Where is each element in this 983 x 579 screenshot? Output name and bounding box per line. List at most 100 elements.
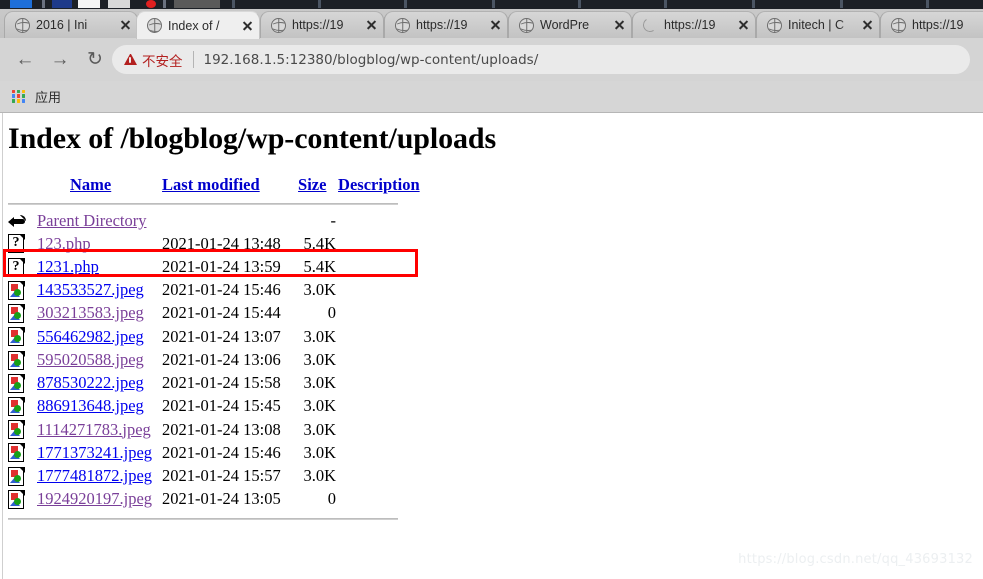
row-size-cell: 0 <box>327 303 337 323</box>
row-file-icon-cell: ? <box>8 255 37 278</box>
file-link[interactable]: 886913648.jpeg <box>37 396 144 415</box>
row-description-cell <box>338 279 428 302</box>
spinner-icon <box>641 16 659 33</box>
row-name-cell: 303213583.jpeg <box>37 302 162 325</box>
browser-tab[interactable]: https://19 <box>384 11 508 38</box>
file-link[interactable]: Parent Directory <box>37 211 147 230</box>
browser-tab[interactable]: Index of / <box>136 11 260 39</box>
table-row: ? 1231.php 2021-01-24 13:59 5.4K <box>8 255 428 278</box>
close-icon[interactable] <box>239 18 255 34</box>
row-name-cell: 556462982.jpeg <box>37 325 162 348</box>
browser-tab[interactable]: https://19 <box>880 11 983 38</box>
bookmark-apps-label[interactable]: 应用 <box>35 87 61 106</box>
file-link[interactable]: 1114271783.jpeg <box>37 420 151 439</box>
watermark-text: https://blog.csdn.net/qq_43693132 <box>738 552 973 567</box>
file-link[interactable]: 878530222.jpeg <box>37 373 144 392</box>
browser-toolbar: ← → ↻ 不安全 192.168.1.5:12380/blogblog/wp-… <box>0 38 983 81</box>
globe-icon <box>519 17 534 33</box>
close-icon[interactable] <box>487 17 503 33</box>
table-row: 878530222.jpeg 2021-01-24 15:58 3.0K <box>8 372 428 395</box>
apps-grid-dot <box>16 99 21 103</box>
tab-title: 2016 | Ini <box>36 18 88 32</box>
close-icon[interactable] <box>611 17 627 33</box>
taskbar-chip <box>492 0 495 8</box>
row-name-cell: 886913648.jpeg <box>37 395 162 418</box>
table-row: ? 123.php 2021-01-24 13:48 5.4K <box>8 232 428 255</box>
taskbar-chip <box>664 0 667 8</box>
tab-title: https://19 <box>912 18 964 32</box>
header-rule-cell <box>8 199 428 210</box>
file-link[interactable]: 1771373241.jpeg <box>37 443 152 462</box>
row-file-icon-cell <box>8 325 37 348</box>
address-bar[interactable]: 不安全 192.168.1.5:12380/blogblog/wp-conten… <box>112 45 970 74</box>
image-icon <box>8 304 25 324</box>
row-file-icon-cell <box>8 441 37 464</box>
table-header-row: Name Last modified Size Description <box>8 175 428 199</box>
browser-tab[interactable]: https://19 <box>260 11 384 38</box>
row-file-icon-cell <box>8 395 37 418</box>
close-icon[interactable] <box>735 17 751 33</box>
file-link[interactable]: 1924920197.jpeg <box>37 489 152 508</box>
row-modified-cell: 2021-01-24 13:48 <box>162 233 281 253</box>
sort-by-description-link[interactable]: Description <box>338 175 420 194</box>
browser-tab[interactable]: 2016 | Ini <box>4 11 138 38</box>
taskbar-chip <box>78 0 100 8</box>
row-name-cell: 595020588.jpeg <box>37 348 162 371</box>
row-description-cell <box>338 210 428 232</box>
row-size-cell: 3.0K <box>303 442 337 462</box>
apps-grid-dot <box>16 89 21 93</box>
file-link[interactable]: 556462982.jpeg <box>37 327 144 346</box>
footer-rule-row <box>8 511 428 520</box>
row-size-cell: 0 <box>327 489 337 509</box>
apps-grid-dot <box>12 89 16 93</box>
file-link[interactable]: 123.php <box>37 234 91 253</box>
file-link[interactable]: 1777481872.jpeg <box>37 466 152 485</box>
row-size-cell: 3.0K <box>303 396 337 416</box>
row-description-cell <box>338 348 428 371</box>
table-row: Parent Directory - <box>8 210 428 232</box>
directory-rows: Parent Directory -? 123.php 2021-01-24 13:4… <box>8 210 428 511</box>
row-size-cell: 5.4K <box>303 233 337 253</box>
apps-grid-icon[interactable] <box>12 89 26 104</box>
table-row: 1777481872.jpeg 2021-01-24 15:57 3.0K <box>8 464 428 487</box>
viewport-left-border <box>2 113 3 579</box>
tab-strip: 2016 | Ini Index of / https://19 https://19… <box>0 9 983 39</box>
browser-tab[interactable]: WordPre <box>508 11 632 38</box>
sort-by-name-link[interactable]: Name <box>70 175 111 194</box>
row-size-cell: 5.4K <box>303 257 337 277</box>
file-link[interactable]: 143533527.jpeg <box>37 280 144 299</box>
browser-tab[interactable]: Initech | C <box>756 11 880 38</box>
row-name-cell: 1924920197.jpeg <box>37 488 162 511</box>
taskbar-chip <box>42 0 45 8</box>
forward-button[interactable]: → <box>45 45 75 75</box>
reload-button[interactable]: ↻ <box>80 45 110 75</box>
table-row: 303213583.jpeg 2021-01-24 15:44 0 <box>8 302 428 325</box>
sort-by-date-link[interactable]: Last modified <box>162 175 260 194</box>
sort-by-size-link[interactable]: Size <box>298 175 326 194</box>
close-icon[interactable] <box>859 17 875 33</box>
globe-icon <box>271 17 286 33</box>
file-link[interactable]: 595020588.jpeg <box>37 350 144 369</box>
browser-tab[interactable]: https://19 <box>632 11 756 38</box>
globe-icon <box>767 17 782 33</box>
row-modified-cell: 2021-01-24 15:46 <box>162 442 281 462</box>
page-title: Index of /blogblog/wp-content/uploads <box>8 122 497 155</box>
tab-title: https://19 <box>416 18 468 32</box>
row-description-cell <box>338 418 428 441</box>
header-last-modified: Last modified <box>162 175 298 199</box>
url-text: 192.168.1.5:12380/blogblog/wp-content/up… <box>203 51 539 68</box>
row-modified-cell: 2021-01-24 15:57 <box>162 466 281 486</box>
file-link[interactable]: 303213583.jpeg <box>37 303 144 322</box>
tab-title: Initech | C <box>788 18 845 32</box>
file-link[interactable]: 1231.php <box>37 257 99 276</box>
row-size-cell: 3.0K <box>303 419 337 439</box>
image-icon <box>8 466 25 487</box>
close-icon[interactable] <box>363 17 379 33</box>
row-description-cell <box>338 464 428 487</box>
globe-icon <box>271 17 286 33</box>
back-button[interactable]: ← <box>10 45 40 75</box>
browser-window: 2016 | Ini Index of / https://19 https://19… <box>0 0 983 579</box>
taskbar-chip <box>404 0 407 8</box>
row-name-cell: Parent Directory <box>37 210 162 232</box>
close-icon[interactable] <box>117 17 133 33</box>
